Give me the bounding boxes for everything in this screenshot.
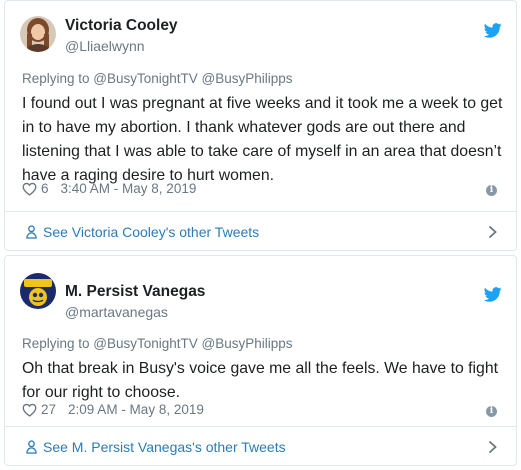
- like-count[interactable]: 6: [41, 181, 49, 196]
- author-name[interactable]: Victoria Cooley: [65, 17, 178, 35]
- tweet-text: I found out I was pregnant at five weeks…: [22, 95, 503, 184]
- see-other-tweets-label: See M. Persist Vanegas's other Tweets: [43, 439, 286, 455]
- avatar-photo-icon: [20, 16, 56, 52]
- twitter-bird-icon[interactable]: [484, 23, 502, 38]
- twitter-bird-icon[interactable]: [484, 287, 502, 302]
- heart-icon[interactable]: [22, 403, 37, 417]
- see-other-tweets-link[interactable]: See Victoria Cooley's other Tweets: [5, 212, 516, 252]
- tweet-header: Victoria Cooley @Lliaelwynn: [5, 1, 516, 65]
- reply-prefix: Replying to: [22, 71, 94, 86]
- author-handle[interactable]: @Lliaelwynn: [65, 38, 145, 54]
- like-count[interactable]: 27: [41, 402, 56, 417]
- tweet-meta: 6 3:40 AM - May 8, 2019: [22, 181, 196, 196]
- info-icon[interactable]: i: [486, 406, 497, 417]
- timestamp[interactable]: 2:09 AM - May 8, 2019: [68, 402, 204, 417]
- info-icon[interactable]: i: [486, 185, 497, 196]
- chevron-right-icon: [488, 440, 497, 454]
- see-other-tweets-label: See Victoria Cooley's other Tweets: [43, 224, 260, 240]
- chevron-right-icon: [488, 225, 497, 239]
- see-other-tweets-link[interactable]: See M. Persist Vanegas's other Tweets: [5, 427, 516, 467]
- heart-icon[interactable]: [22, 182, 37, 196]
- tweet-card: M. Persist Vanegas @martavanegas Replyin…: [4, 255, 517, 466]
- person-icon: [26, 225, 37, 239]
- tweet-meta: 27 2:09 AM - May 8, 2019: [22, 402, 204, 417]
- person-icon: [26, 440, 37, 454]
- tweet-card: Victoria Cooley @Lliaelwynn Replying to …: [4, 0, 517, 251]
- avatar[interactable]: [20, 273, 56, 309]
- reply-mentions[interactable]: @BusyTonightTV @BusyPhilipps: [93, 71, 292, 86]
- reply-prefix: Replying to: [22, 336, 94, 351]
- author-handle[interactable]: @martavanegas: [65, 304, 168, 320]
- tweet-text: Oh that break in Busy's voice gave me al…: [22, 360, 499, 401]
- avatar-badge-icon: [20, 273, 56, 309]
- reply-mentions[interactable]: @BusyTonightTV @BusyPhilipps: [93, 336, 292, 351]
- reply-context: Replying to @BusyTonightTV @BusyPhilipps: [22, 336, 293, 351]
- reply-context: Replying to @BusyTonightTV @BusyPhilipps: [22, 71, 293, 86]
- timestamp[interactable]: 3:40 AM - May 8, 2019: [61, 181, 197, 196]
- avatar[interactable]: [20, 16, 56, 52]
- tweet-header: M. Persist Vanegas @martavanegas: [5, 256, 516, 320]
- author-name[interactable]: M. Persist Vanegas: [65, 283, 205, 301]
